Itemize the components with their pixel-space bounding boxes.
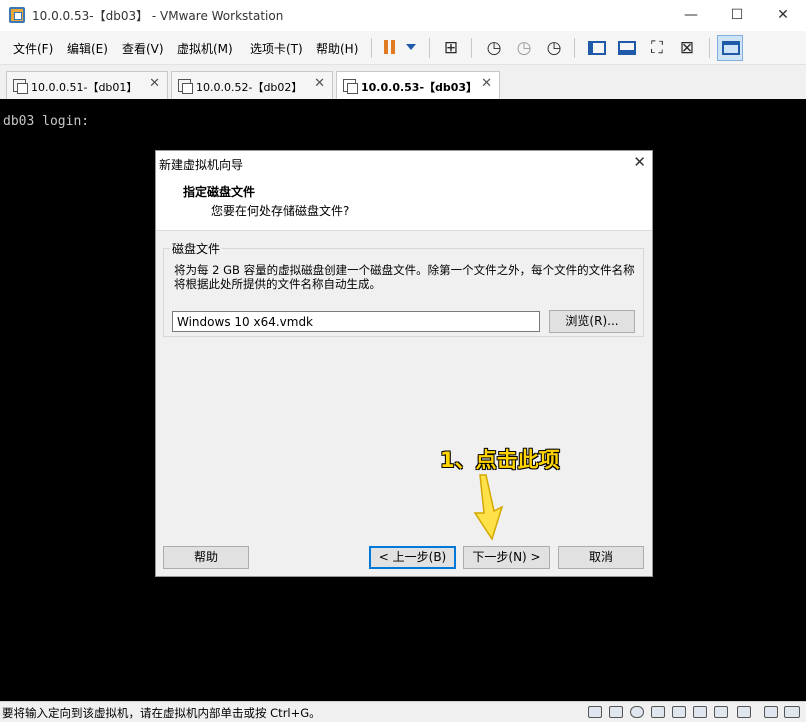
tab-label: 10.0.0.51-【db01】 [31, 81, 138, 94]
snapshot-icon[interactable]: ◷ [483, 37, 505, 59]
menu-vm[interactable]: 虚拟机(M) [177, 40, 233, 57]
vm-tab-icon [343, 79, 358, 94]
cancel-button[interactable]: 取消 [558, 546, 644, 569]
cd-dvd-icon[interactable] [630, 706, 644, 718]
toolbar-separator [709, 38, 710, 58]
dialog-header: 指定磁盘文件 您要在何处存储磁盘文件? [156, 181, 652, 231]
console-login-prompt: db03 login: [3, 114, 90, 129]
fullscreen-icon[interactable]: ⛶ [646, 37, 668, 59]
status-text: 要将输入定向到该虚拟机，请在虚拟机内部单击或按 Ctrl+G。 [2, 706, 321, 720]
sound-icon[interactable] [714, 706, 728, 718]
help-button[interactable]: 帮助 [163, 546, 249, 569]
dialog-title: 新建虚拟机向导 [159, 158, 244, 172]
close-window-button[interactable]: ✕ [760, 0, 806, 31]
tab-db01[interactable]: 10.0.0.51-【db01】 ✕ [6, 71, 168, 99]
toolbar-separator [574, 38, 575, 58]
disk-file-input[interactable] [172, 311, 540, 332]
window-title: 10.0.0.53-【db03】 - VMware Workstation [32, 9, 284, 23]
maximize-button[interactable]: ☐ [714, 0, 760, 31]
menu-edit[interactable]: 编辑(E) [67, 40, 108, 57]
dialog-title-bar: 新建虚拟机向导 ✕ [156, 151, 652, 181]
close-icon[interactable]: ✕ [149, 76, 160, 91]
stretch-icon[interactable]: ⊠ [676, 37, 698, 59]
tab-bar: 10.0.0.51-【db01】 ✕ 10.0.0.52-【db02】 ✕ 10… [0, 65, 806, 100]
toolbar-separator [471, 38, 472, 58]
hard-disk-icon[interactable] [588, 706, 602, 718]
disk-file-group: 磁盘文件 将为每 2 GB 容量的虚拟磁盘创建一个磁盘文件。除第一个文件之外，每… [163, 240, 644, 337]
message-icon[interactable] [764, 706, 778, 718]
library-icon[interactable] [717, 35, 743, 61]
fullscreen-status-icon[interactable] [784, 706, 800, 718]
snapshot-manager-icon[interactable]: ◷ [543, 37, 565, 59]
new-vm-wizard-dialog: 新建虚拟机向导 ✕ 指定磁盘文件 您要在何处存储磁盘文件? 磁盘文件 将为每 2… [155, 150, 653, 577]
toolbar-separator [429, 38, 430, 58]
vm-tab-icon [178, 79, 193, 94]
menu-view[interactable]: 查看(V) [122, 40, 164, 57]
vmware-app-icon [9, 7, 25, 23]
toolbar-separator [371, 38, 372, 58]
console-view-icon[interactable] [586, 37, 608, 59]
close-icon[interactable]: ✕ [314, 76, 325, 91]
close-icon[interactable]: ✕ [481, 76, 492, 91]
display-icon[interactable] [737, 706, 751, 718]
title-bar: 10.0.0.53-【db03】 - VMware Workstation — … [0, 0, 806, 31]
tab-db02[interactable]: 10.0.0.52-【db02】 ✕ [171, 71, 333, 99]
annotation-label: 1、点击此项 [440, 448, 560, 472]
network-adapter-icon[interactable] [651, 706, 665, 718]
status-bar: 要将输入定向到该虚拟机，请在虚拟机内部单击或按 Ctrl+G。 [0, 701, 806, 722]
pause-icon[interactable] [380, 37, 402, 59]
dialog-close-icon[interactable]: ✕ [633, 153, 646, 171]
minimize-button[interactable]: — [668, 0, 714, 31]
menu-file[interactable]: 文件(F) [13, 40, 53, 57]
vm-tab-icon [13, 79, 28, 94]
dialog-subheading: 您要在何处存储磁盘文件? [211, 204, 350, 218]
back-button[interactable]: < 上一步(B) [369, 546, 456, 569]
unity-icon[interactable] [616, 37, 638, 59]
tab-db03[interactable]: 10.0.0.53-【db03】 ✕ [336, 71, 500, 100]
annotation-arrow-icon [473, 474, 504, 541]
revert-snapshot-icon[interactable]: ◷ [513, 37, 535, 59]
menu-bar: 文件(F) 编辑(E) 查看(V) 虚拟机(M) 选项卡(T) 帮助(H) ⊞ … [0, 31, 806, 65]
menu-tabs[interactable]: 选项卡(T) [250, 40, 303, 57]
next-button[interactable]: 下一步(N) > [463, 546, 550, 569]
menu-help[interactable]: 帮助(H) [316, 40, 358, 57]
group-description: 将为每 2 GB 容量的虚拟磁盘创建一个磁盘文件。除第一个文件之外，每个文件的文… [174, 263, 635, 291]
group-label: 磁盘文件 [170, 240, 223, 257]
dialog-heading: 指定磁盘文件 [183, 185, 256, 199]
usb-icon[interactable] [672, 706, 686, 718]
hard-disk-icon[interactable] [609, 706, 623, 718]
tab-label: 10.0.0.52-【db02】 [196, 81, 303, 94]
printer-icon[interactable] [693, 706, 707, 718]
browse-button[interactable]: 浏览(R)... [549, 310, 635, 333]
dropdown-arrow-icon[interactable] [406, 37, 418, 59]
tab-label: 10.0.0.53-【db03】 [361, 81, 478, 94]
network-icon[interactable]: ⊞ [440, 37, 462, 59]
